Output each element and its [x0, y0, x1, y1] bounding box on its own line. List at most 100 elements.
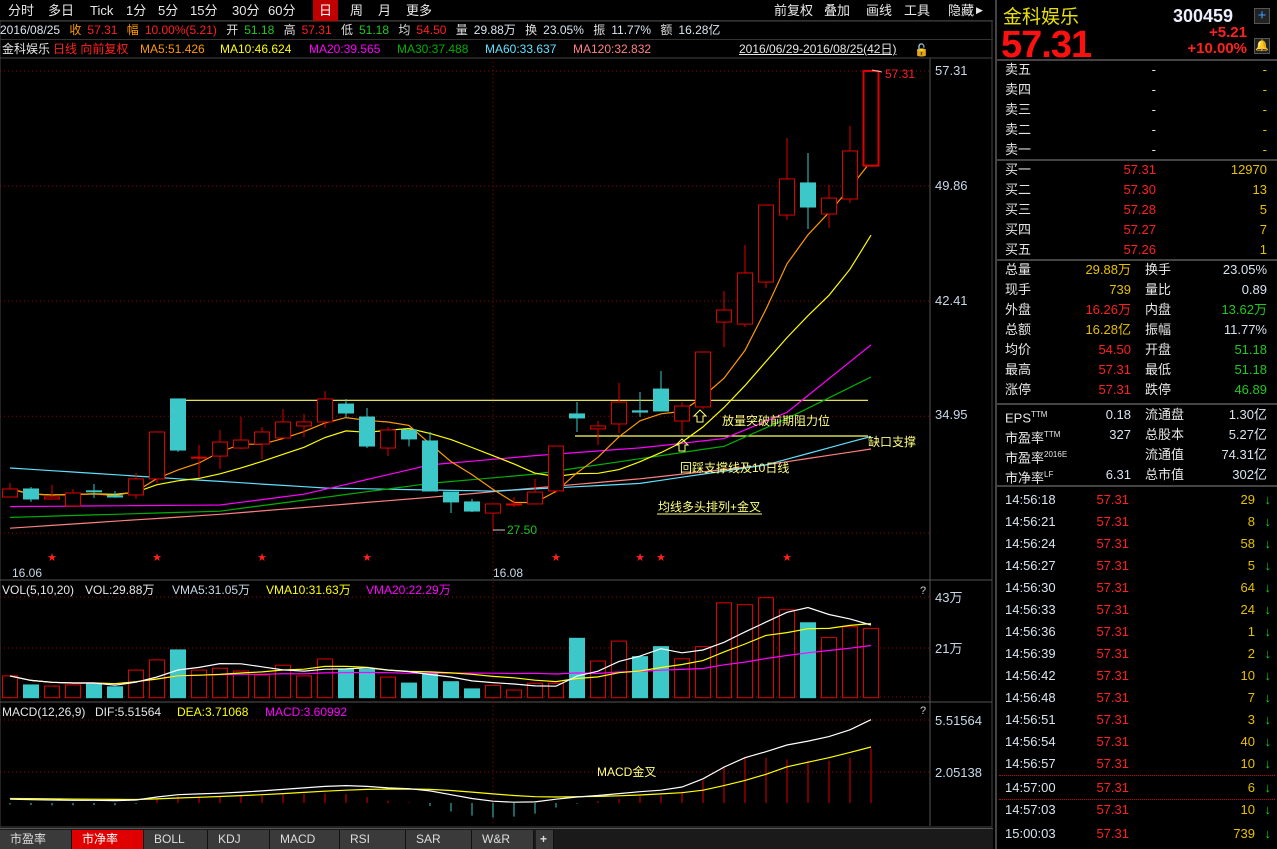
- candle-body: [359, 416, 375, 447]
- ma5-line: [9, 160, 872, 504]
- add-watchlist-button[interactable]: +: [1254, 8, 1270, 24]
- toolbar-menu-3[interactable]: 工具: [898, 0, 936, 21]
- indicator-tab-0[interactable]: 市盈率: [0, 830, 72, 849]
- indicator-tab-3[interactable]: KDJ: [208, 830, 270, 849]
- toolbar-menu-4[interactable]: 隐藏: [942, 0, 980, 21]
- volume-axis-label: 21万: [935, 641, 962, 656]
- bell-icon[interactable]: 🔔: [1254, 38, 1270, 54]
- tick-time: 14:57:03: [1005, 802, 1056, 817]
- tick-row[interactable]: 14:56:39 57.31 2 ↓: [997, 644, 1277, 664]
- candle-body: [779, 178, 795, 216]
- candle: [716, 291, 732, 348]
- stat-label: 振幅: [1145, 322, 1172, 337]
- period-tab-7[interactable]: 60分: [262, 0, 301, 21]
- tick-separator: [999, 799, 1275, 800]
- period-tab-8[interactable]: 日: [313, 0, 339, 21]
- candle-body: [128, 478, 144, 496]
- level-volume: -: [1262, 102, 1267, 117]
- candle: [86, 484, 102, 498]
- down-arrow-icon: ↓: [1264, 756, 1272, 771]
- candle: [401, 429, 417, 447]
- indicator-tab-7[interactable]: W&R: [472, 830, 534, 849]
- tick-time: 14:56:21: [1005, 514, 1056, 529]
- volume-bar: [464, 688, 480, 699]
- tick-row[interactable]: 14:56:42 57.31 10 ↓: [997, 666, 1277, 686]
- kline-chart[interactable]: 57.31 49.86 42.41 34.95 16.06 16.08 ★ ★ ★ ★ ★ ★ ★ ★ 57…: [0, 0, 993, 828]
- toolbar-menu-2[interactable]: 画线: [860, 0, 898, 21]
- tick-volume: 10: [1240, 802, 1255, 817]
- candle: [149, 431, 165, 483]
- indicator-tab-1[interactable]: 市净率: [72, 830, 144, 849]
- period-tab-3[interactable]: 1分: [120, 0, 152, 21]
- period-tab-2[interactable]: Tick: [84, 0, 119, 21]
- candle-body: [44, 496, 60, 500]
- level-price: 57.27: [1123, 222, 1156, 237]
- volume-bar: [191, 669, 207, 699]
- tick-row[interactable]: 14:56:36 57.31 1 ↓: [997, 622, 1277, 642]
- legend-mode[interactable]: 日线 向前复权: [53, 41, 128, 58]
- lock-icon[interactable]: 🔓: [914, 42, 929, 59]
- tick-row[interactable]: 14:56:51 57.31 3 ↓: [997, 710, 1277, 730]
- tick-row[interactable]: 14:56:27 57.31 5 ↓: [997, 556, 1277, 576]
- volume-bar: [422, 673, 438, 699]
- legend-ma20: MA20:39.565: [309, 42, 381, 56]
- tick-row[interactable]: 14:56:48 57.31 7 ↓: [997, 688, 1277, 708]
- candle: [170, 398, 186, 452]
- indicator-tab-5[interactable]: RSI: [340, 830, 406, 849]
- period-tab-9[interactable]: 周: [344, 0, 369, 21]
- tick-volume: 8: [1247, 514, 1255, 529]
- tick-row[interactable]: 15:00:03 57.31 739 ↓: [997, 824, 1277, 844]
- vma20-value: VMA20:22.29万: [366, 583, 451, 597]
- down-arrow-icon: ↓: [1264, 624, 1272, 639]
- period-tab-0[interactable]: 分时: [2, 0, 40, 21]
- candle-body: [758, 204, 774, 283]
- tick-row[interactable]: 14:56:18 57.31 29 ↓: [997, 490, 1277, 510]
- toolbar-menu-0[interactable]: 前复权: [768, 0, 819, 21]
- tick-row[interactable]: 14:56:57 57.31 10 ↓: [997, 754, 1277, 774]
- tick-row[interactable]: 14:56:54 57.31 40 ↓: [997, 732, 1277, 752]
- tick-row[interactable]: 14:57:03 57.31 10 ↓: [997, 800, 1277, 820]
- tick-price: 57.31: [1096, 756, 1129, 771]
- fundamental-value: 6.31: [1105, 467, 1131, 482]
- candle: [527, 478, 543, 505]
- date-range-link[interactable]: 2016/06/29-2016/08/25(42日): [739, 41, 896, 58]
- volume-bar: [548, 682, 564, 699]
- tick-time: 14:56:57: [1005, 756, 1056, 771]
- vol-title: VOL(5,10,20): [2, 583, 74, 597]
- period-tab-11[interactable]: 更多: [400, 0, 438, 21]
- indicator-tab-4[interactable]: MACD: [270, 830, 340, 849]
- period-tab-4[interactable]: 5分: [152, 0, 184, 21]
- stat-row: 涨停 57.31 跌停 46.89: [1005, 380, 1271, 400]
- tick-row[interactable]: 14:56:33 57.31 24 ↓: [997, 600, 1277, 620]
- toolbar-menu-1[interactable]: 叠加: [818, 0, 856, 21]
- tick-row[interactable]: 14:56:21 57.31 8 ↓: [997, 512, 1277, 532]
- info-open-label: 开: [226, 23, 239, 37]
- star-marker-icon: ★: [656, 552, 666, 564]
- stat-label: 最低: [1145, 362, 1172, 377]
- tick-price: 57.31: [1096, 602, 1129, 617]
- period-tab-1[interactable]: 多日: [42, 0, 80, 21]
- candle: [380, 427, 396, 457]
- add-tab-button[interactable]: +: [536, 830, 554, 849]
- period-tab-6[interactable]: 30分: [226, 0, 265, 21]
- volume-bar: [632, 656, 648, 699]
- tick-price: 57.31: [1096, 802, 1129, 817]
- tick-volume: 64: [1240, 580, 1255, 595]
- stat-value: 46.89: [1234, 382, 1267, 397]
- info-low-label: 低: [340, 23, 353, 37]
- star-marker-icon: ★: [152, 552, 162, 564]
- tick-row[interactable]: 14:57:00 57.31 6 ↓: [997, 778, 1277, 798]
- period-tab-10[interactable]: 月: [372, 0, 397, 21]
- stat-label: 均价: [1005, 342, 1032, 357]
- macd-axis-label: 2.05138: [935, 765, 982, 780]
- fundamental-label: 总市值: [1145, 467, 1185, 482]
- period-tab-5[interactable]: 15分: [184, 0, 223, 21]
- indicator-tab-6[interactable]: SAR: [406, 830, 472, 849]
- tick-row[interactable]: 14:56:24 57.31 58 ↓: [997, 534, 1277, 554]
- macd-title: MACD(12,26,9): [2, 705, 85, 719]
- tick-row[interactable]: 14:56:30 57.31 64 ↓: [997, 578, 1277, 598]
- indicator-tab-2[interactable]: BOLL: [144, 830, 208, 849]
- fundamental-label-text: 市盈率: [1005, 430, 1045, 446]
- expand-arrow-icon[interactable]: ▶: [976, 0, 983, 21]
- candle: [485, 503, 501, 532]
